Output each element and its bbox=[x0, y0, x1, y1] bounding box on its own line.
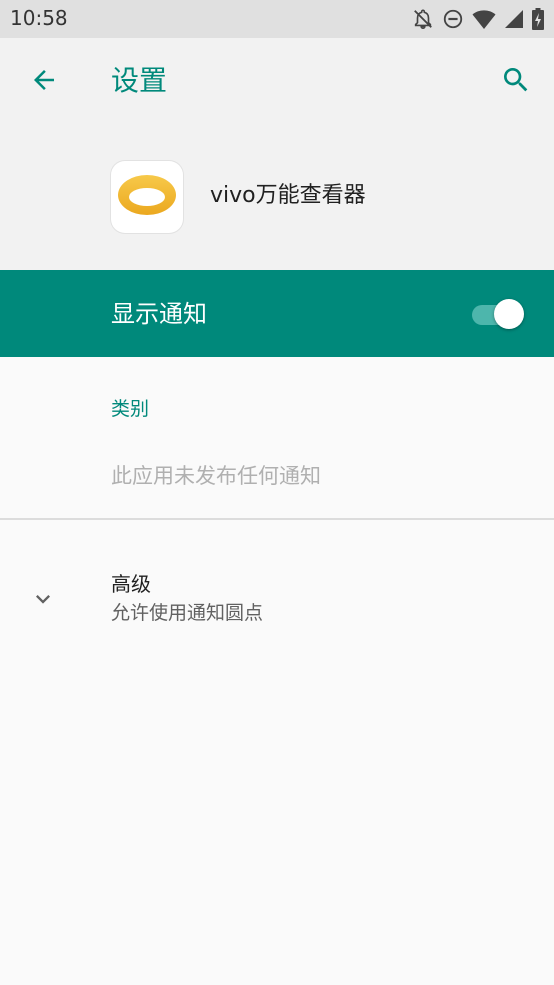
divider bbox=[0, 518, 554, 520]
notifications-off-icon bbox=[412, 8, 434, 30]
show-notifications-toggle[interactable] bbox=[472, 298, 524, 330]
app-header: 设置 vivo万能查看器 bbox=[0, 38, 554, 270]
status-bar: 10:58 bbox=[0, 0, 554, 38]
category-header: 类别 bbox=[111, 398, 150, 420]
status-icons bbox=[412, 8, 544, 30]
app-icon bbox=[111, 161, 183, 233]
show-notifications-switch-bar[interactable]: 显示通知 bbox=[0, 270, 554, 357]
toggle-thumb bbox=[494, 299, 524, 329]
page-title: 设置 bbox=[111, 64, 168, 97]
search-button[interactable] bbox=[492, 60, 540, 104]
arrow-back-icon bbox=[29, 65, 59, 99]
chevron-down-icon bbox=[28, 584, 58, 614]
do-not-disturb-icon bbox=[442, 8, 464, 30]
battery-charging-icon bbox=[532, 8, 544, 30]
app-eye-icon bbox=[117, 173, 177, 221]
app-name: vivo万能查看器 bbox=[210, 183, 366, 208]
advanced-title: 高级 bbox=[111, 572, 151, 596]
wifi-icon bbox=[472, 8, 496, 30]
cellular-signal-icon bbox=[504, 9, 524, 29]
show-notifications-label: 显示通知 bbox=[111, 300, 207, 328]
advanced-expand-row[interactable]: 高级 允许使用通知圆点 bbox=[0, 560, 554, 640]
back-button[interactable] bbox=[20, 60, 68, 104]
empty-categories-message: 此应用未发布任何通知 bbox=[111, 464, 321, 488]
status-time: 10:58 bbox=[10, 6, 68, 30]
search-icon bbox=[500, 64, 532, 100]
advanced-summary: 允许使用通知圆点 bbox=[111, 602, 264, 624]
